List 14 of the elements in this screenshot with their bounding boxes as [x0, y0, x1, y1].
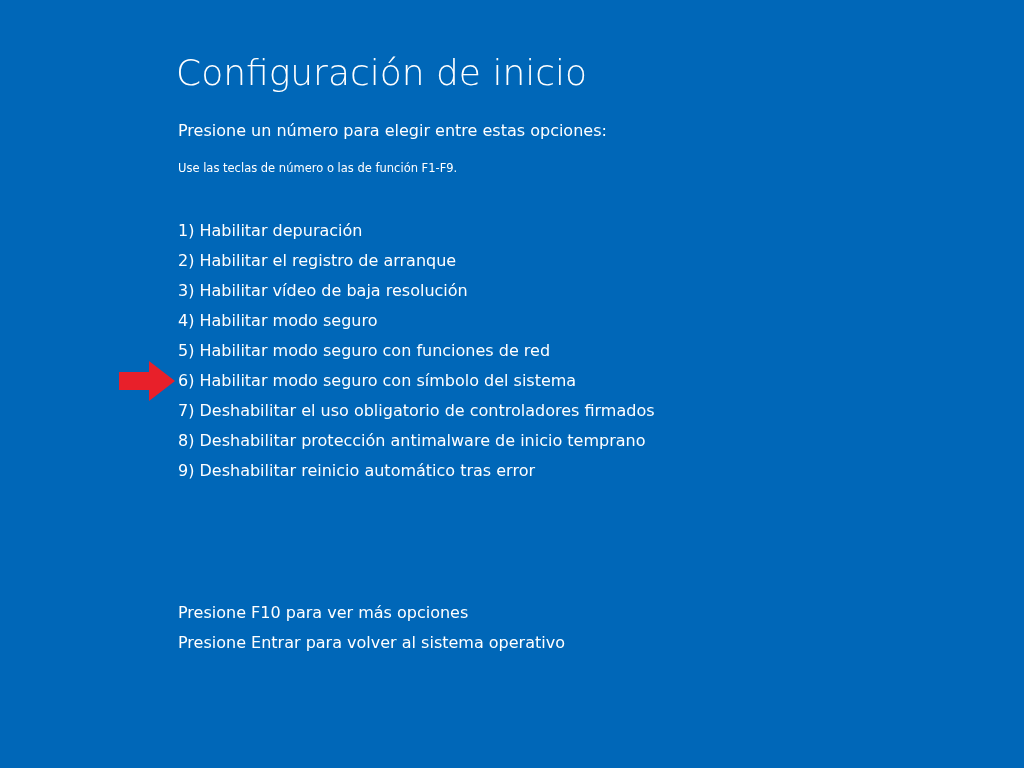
instruction-text: Presione Entrar para volver al sistema operativo	[178, 633, 565, 652]
hint-text: Use las teclas de número o las de función F1-F9.	[178, 160, 459, 176]
instruction-text: Presione un número para elegir entre estas opciones:	[178, 120, 608, 142]
startup-option[interactable]: 2) Habilitar el registro de arranque	[178, 251, 457, 270]
instruction-text: Presione F10 para ver más opciones	[178, 603, 469, 622]
screen-title: Configuración de inicio	[176, 51, 589, 95]
startup-option[interactable]: 3) Habilitar vídeo de baja resolución	[178, 281, 468, 300]
startup-option[interactable]: 6) Habilitar modo seguro con símbolo del sistema	[178, 371, 577, 390]
startup-option[interactable]: 1) Habilitar depuración	[178, 221, 363, 240]
startup-option[interactable]: 9) Deshabilitar reinicio automático tras error	[178, 461, 535, 480]
startup-option[interactable]: 5) Habilitar modo seguro con funciones de red	[178, 341, 551, 360]
startup-option[interactable]: 7) Deshabilitar el uso obligatorio de controladores firmados	[178, 401, 655, 420]
startup-option[interactable]: 8) Deshabilitar protección antimalware de inicio temprano	[178, 431, 646, 450]
startup-option[interactable]: 4) Habilitar modo seguro	[178, 311, 378, 330]
